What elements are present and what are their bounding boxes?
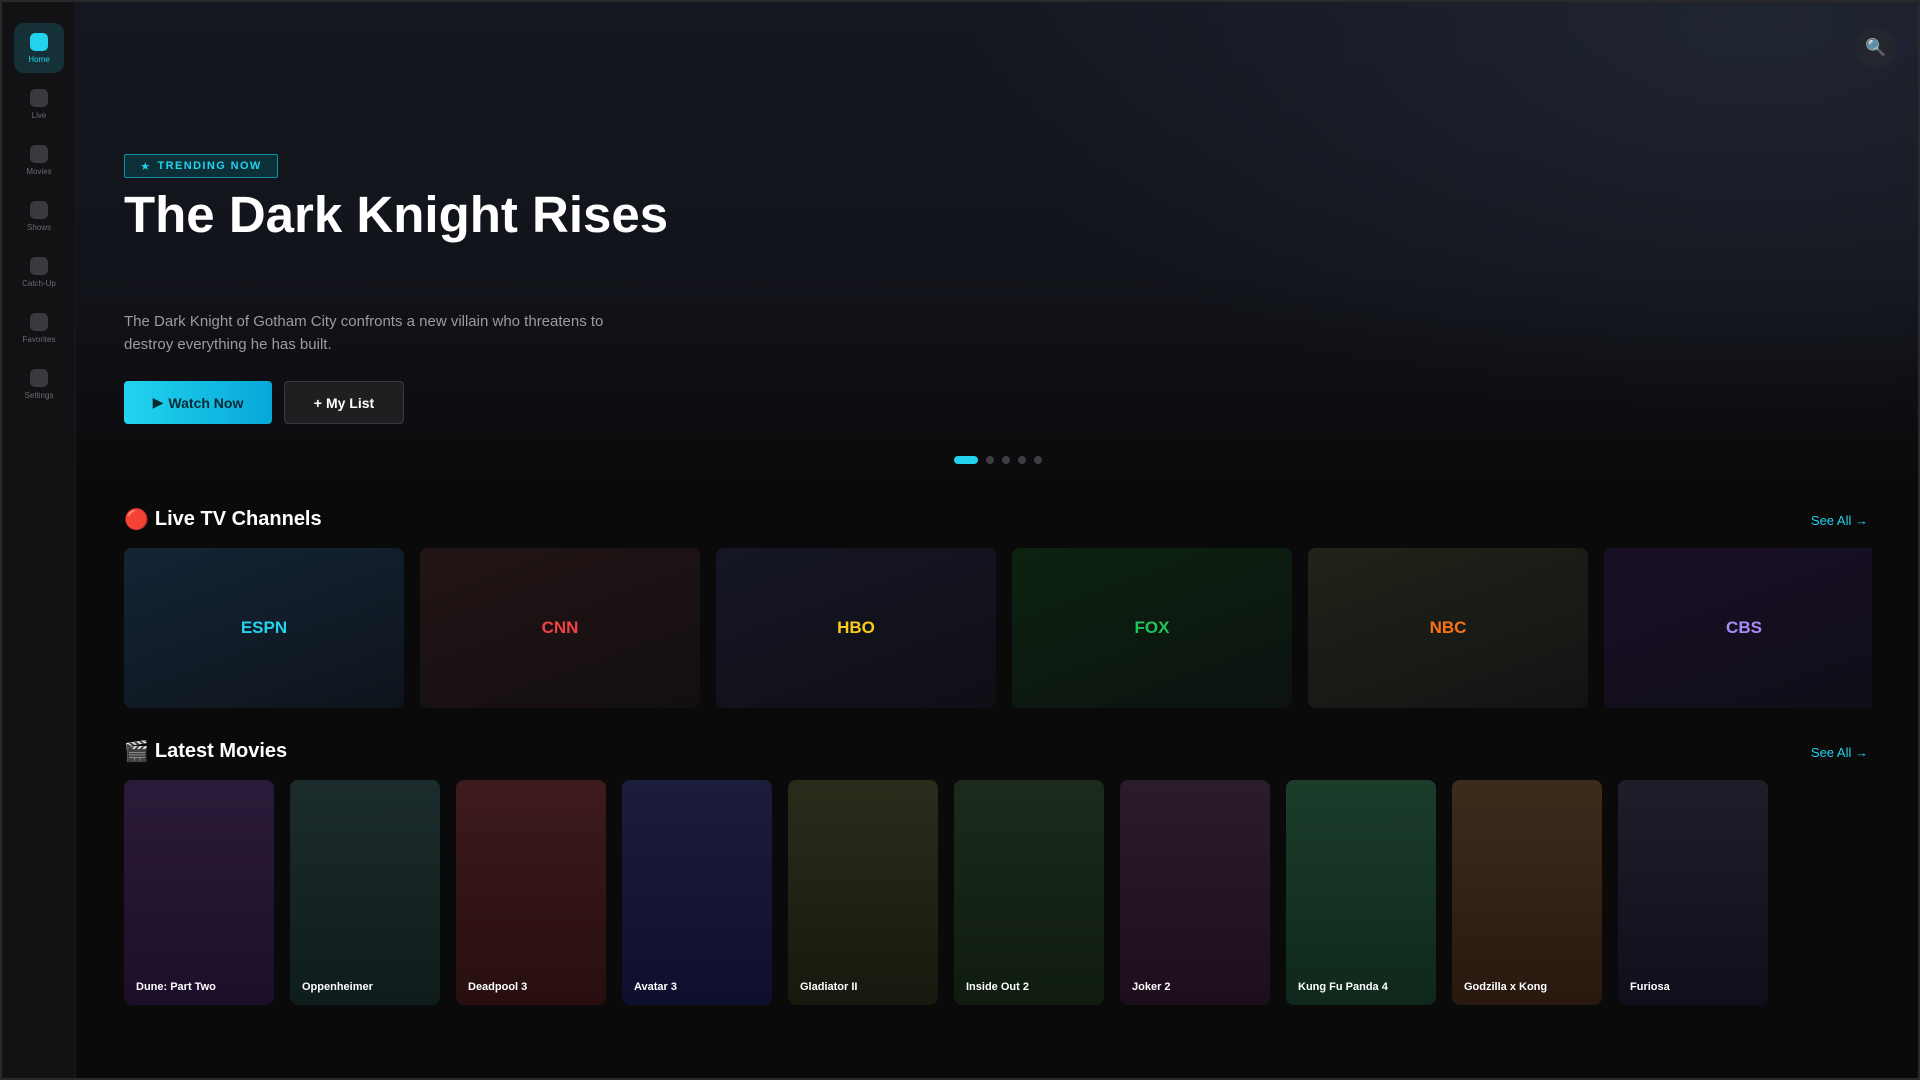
channel-name: NBC [1429,618,1467,637]
movie-row: Dune: Part Two Oppenheimer Deadpool 3 Avata… [124,780,1872,1006]
trending-badge: ★ TRENDING NOW [124,154,278,178]
movies-icon [30,144,48,163]
channel-card-hbo[interactable]: HBO [716,548,996,708]
channel-name: HBO [837,618,875,637]
sidebar-item-label: Movies [26,166,52,176]
hero-description: The Dark Knight of Gotham City confronts… [124,313,604,353]
latest-movies-see-all-link[interactable]: See All → [1811,745,1868,760]
live-channels-title: Live TV Channels [154,508,322,530]
channel-name: CBS [1726,618,1762,637]
sidebar-item-live[interactable]: Live [14,79,64,129]
carousel-dot[interactable] [1018,456,1026,464]
channel-card-nbc[interactable]: NBC [1308,548,1588,708]
my-list-label: My List [325,394,375,411]
movie-title: Deadpool 3 [468,981,528,993]
channel-card-espn[interactable]: ESPN [124,548,404,708]
shows-icon [30,200,48,219]
trending-badge-label: TRENDING NOW [157,160,262,172]
movie-title: Joker 2 [1132,981,1171,993]
movie-card[interactable]: Inside Out 2 [954,780,1104,1005]
carousel-dot[interactable] [954,456,978,464]
sidebar-item-home[interactable]: Home [14,23,64,73]
movie-card[interactable]: Joker 2 [1120,780,1270,1005]
watch-now-button[interactable]: ▶ Watch Now [124,381,272,424]
sidebar-item-catch-up[interactable]: Catch-Up [14,247,64,297]
search-icon: 🔍 [1865,38,1887,57]
latest-movies-heading: 🎬 Latest Movies [124,739,287,764]
channel-name: FOX [1134,618,1170,637]
sidebar: Home Live Movies Shows Catch-Up Favorites Sett… [2,2,76,1078]
live-dot-icon: 🔴 [124,509,149,531]
search-button[interactable]: 🔍 [1856,28,1896,68]
movie-card[interactable]: Oppenheimer [290,780,440,1005]
channel-card-cbs[interactable]: CBS [1604,548,1872,708]
sidebar-item-favorites[interactable]: Favorites [14,303,64,353]
carousel-indicator [954,456,1042,464]
movie-title: Dune: Part Two [136,981,216,993]
movie-card[interactable]: Deadpool 3 [456,780,606,1005]
star-icon: ★ [140,160,152,173]
hero-backdrop [822,2,1918,492]
movie-title: Gladiator II [800,981,858,993]
movie-card[interactable]: Kung Fu Panda 4 [1286,780,1436,1005]
carousel-dot[interactable] [1002,456,1010,464]
sidebar-item-label: Favorites [22,334,56,344]
hero-title: The Dark Knight Rises [124,186,669,243]
sidebar-item-label: Settings [24,390,54,400]
movie-title: Furiosa [1630,981,1670,993]
carousel-dot[interactable] [986,456,994,464]
live-tv-icon [30,88,48,107]
channel-card-cnn[interactable]: CNN [420,548,700,708]
movie-card[interactable]: Avatar 3 [622,780,772,1005]
movie-card[interactable]: Dune: Part Two [124,780,274,1005]
sidebar-item-label: Live [31,110,47,120]
sidebar-item-label: Home [28,54,50,64]
play-icon: ▶ [152,394,164,410]
settings-icon [30,368,48,387]
movie-title: Inside Out 2 [966,981,1029,993]
latest-movies-title: Latest Movies [154,740,288,762]
carousel-dot[interactable] [1034,456,1042,464]
movie-card[interactable]: Godzilla x Kong [1452,780,1602,1005]
my-list-button[interactable]: + My List [284,381,404,424]
channel-row: ESPN CNN HBO FOX NBC CBS [124,548,1872,708]
movie-card[interactable]: Gladiator II [788,780,938,1005]
clapperboard-icon: 🎬 [124,741,149,763]
sidebar-item-settings[interactable]: Settings [14,359,64,409]
watch-now-label: Watch Now [168,394,244,411]
sidebar-item-movies[interactable]: Movies [14,135,64,185]
sidebar-item-label: Shows [26,222,51,232]
movie-title: Godzilla x Kong [1464,981,1548,993]
favorites-icon [30,312,48,331]
sidebar-item-label: Catch-Up [22,278,56,288]
live-channels-see-all-link[interactable]: See All → [1811,513,1868,528]
movie-title: Kung Fu Panda 4 [1298,981,1388,993]
movie-title: Avatar 3 [634,981,678,993]
plus-icon: + [313,394,322,411]
movie-card[interactable]: Furiosa [1618,780,1768,1005]
channel-name: CNN [541,618,579,637]
movie-title: Oppenheimer [302,981,373,993]
channel-card-fox[interactable]: FOX [1012,548,1292,708]
app-frame: Home Live Movies Shows Catch-Up Favorites Sett… [0,0,1920,1080]
live-channels-heading: 🔴 Live TV Channels [124,507,322,532]
sidebar-item-shows[interactable]: Shows [14,191,64,241]
catch-up-icon [30,256,48,275]
home-icon [30,32,48,51]
channel-name: ESPN [240,618,288,637]
